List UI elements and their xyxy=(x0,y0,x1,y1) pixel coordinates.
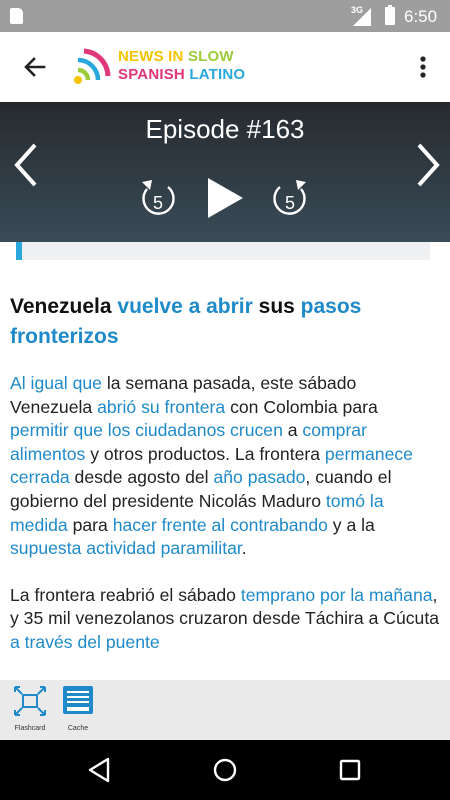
article-paragraph: La frontera reabrió el sábado temprano p… xyxy=(10,584,440,655)
cache-icon xyxy=(63,686,93,714)
brand-spanish: SPANISH xyxy=(118,66,185,83)
text-fragment: desde agosto del xyxy=(69,467,214,488)
brand-latino: LATINO xyxy=(189,66,246,83)
vocab-link[interactable]: hacer frente al contrabando xyxy=(113,515,328,535)
vocab-link[interactable]: vuelve a abrir xyxy=(117,295,252,318)
text-fragment: y otros productos. La frontera xyxy=(85,443,325,464)
article-body: Al igual que la semana pasada, este sába… xyxy=(10,372,440,655)
overflow-menu-icon[interactable] xyxy=(408,50,438,84)
vocab-link[interactable]: supuesta actividad paramilitar xyxy=(10,538,242,558)
next-episode-icon[interactable] xyxy=(410,140,446,190)
vocab-link[interactable]: temprano por la mañana xyxy=(241,585,433,605)
nav-home-icon[interactable] xyxy=(212,757,238,783)
flashcard-icon xyxy=(14,686,46,716)
brand-news-in: NEWS IN xyxy=(118,48,184,65)
play-icon[interactable] xyxy=(205,176,245,220)
system-nav-bar xyxy=(0,740,450,800)
battery-icon xyxy=(385,5,395,25)
vocab-link[interactable]: a través del puente xyxy=(10,632,160,652)
text-fragment: y a la xyxy=(327,514,375,535)
vocab-link[interactable]: Al igual que xyxy=(10,373,102,393)
nav-back-icon[interactable] xyxy=(86,756,112,784)
text-fragment: para xyxy=(67,514,113,535)
brand-title: NEWS IN SLOW SPANISH LATINO xyxy=(118,48,245,84)
signal-icon xyxy=(353,8,371,26)
logo-icon xyxy=(74,48,111,84)
cache-label: Cache xyxy=(67,725,89,732)
bottom-toolbar: Flashcard Cache xyxy=(0,680,450,740)
status-bar: 3G 6:50 xyxy=(0,0,450,32)
audio-player: Episode #163 xyxy=(0,102,450,242)
article-paragraph: Al igual que la semana pasada, este sába… xyxy=(10,372,440,561)
forward-5-icon[interactable]: 5 xyxy=(270,176,310,218)
article-headline: Venezuela vuelve a abrir sus pasos front… xyxy=(10,292,440,352)
text-fragment: La frontera reabrió el sábado xyxy=(10,584,241,605)
text-fragment: a xyxy=(282,420,303,441)
text-fragment: sus xyxy=(252,295,301,318)
forward-seconds: 5 xyxy=(285,193,295,213)
vocab-link[interactable]: permitir que los ciudadanos crucen xyxy=(10,420,283,440)
episode-title: Episode #163 xyxy=(145,114,305,144)
rewind-seconds: 5 xyxy=(153,193,163,213)
status-time: 6:50 xyxy=(404,7,438,26)
text-fragment: con Colombia para xyxy=(225,396,378,417)
playback-progress-bar[interactable] xyxy=(16,242,430,260)
back-arrow-icon[interactable] xyxy=(18,50,52,84)
previous-episode-icon[interactable] xyxy=(8,140,44,190)
text-fragment: Venezuela xyxy=(10,295,118,318)
brand-slow: SLOW xyxy=(187,48,234,65)
cache-button[interactable]: Cache xyxy=(56,684,100,732)
vocab-link[interactable]: abrió su frontera xyxy=(97,397,225,417)
sd-card-icon xyxy=(10,8,23,24)
nav-recents-icon[interactable] xyxy=(338,758,362,782)
text-fragment: . xyxy=(241,538,247,559)
flashcard-label: Flashcard xyxy=(14,725,46,732)
flashcard-button[interactable]: Flashcard xyxy=(8,684,52,732)
rewind-5-icon[interactable]: 5 xyxy=(138,176,178,218)
playback-progress-fill xyxy=(16,242,22,260)
app-bar: NEWS IN SLOW SPANISH LATINO xyxy=(0,32,450,102)
vocab-link[interactable]: año pasado xyxy=(213,467,305,487)
article-content: Venezuela vuelve a abrir sus pasos front… xyxy=(10,292,440,680)
